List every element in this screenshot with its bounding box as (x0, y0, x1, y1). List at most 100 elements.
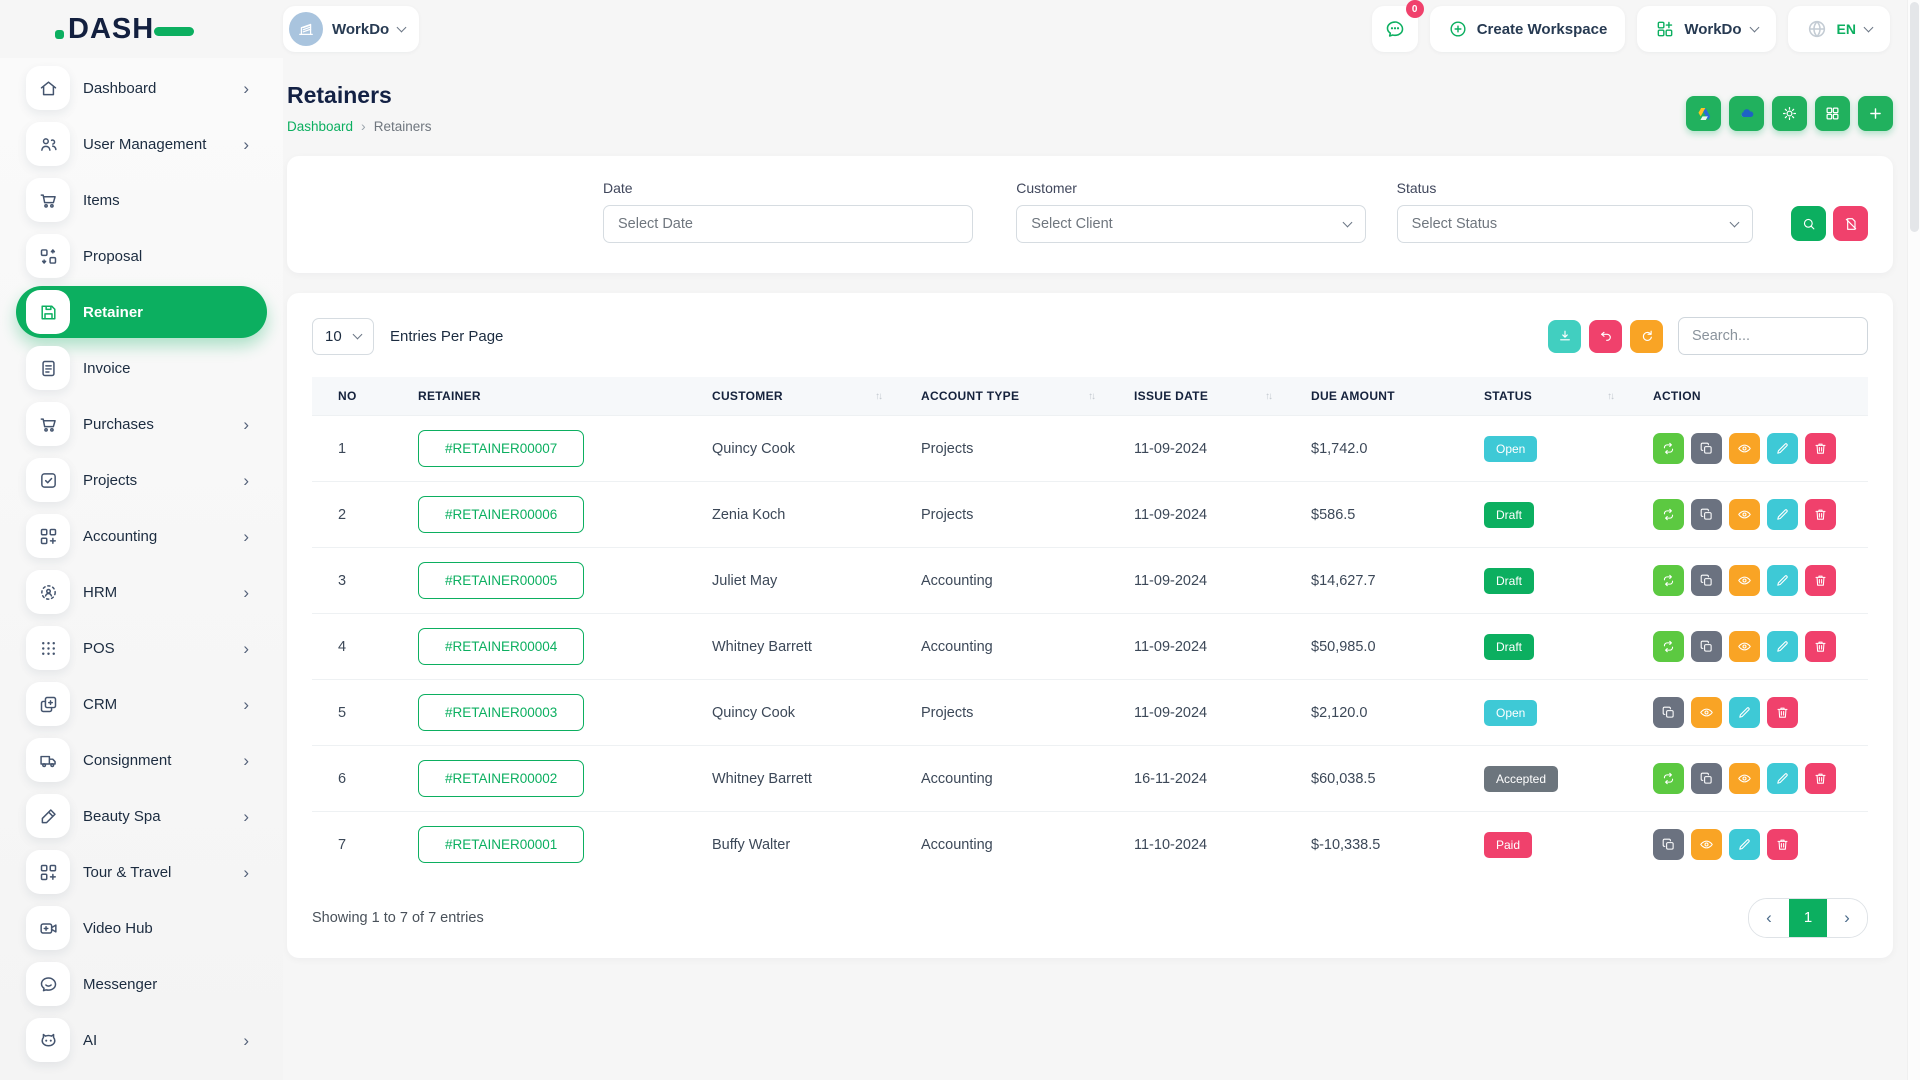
breadcrumb-dashboard-link[interactable]: Dashboard (287, 119, 353, 134)
column-header[interactable]: DUE AMOUNT (1285, 377, 1458, 416)
edit-button[interactable] (1767, 499, 1798, 530)
grid-view-button[interactable] (1815, 96, 1850, 131)
sidebar-item-accounting[interactable]: Accounting › (16, 510, 267, 562)
view-button[interactable] (1729, 499, 1760, 530)
sidebar-item-retainer[interactable]: Retainer (16, 286, 267, 338)
duplicate-button[interactable] (1691, 565, 1722, 596)
sort-icon[interactable]: ↑↓ (1265, 391, 1271, 402)
retainer-number-button[interactable]: #RETAINER00002 (418, 760, 584, 797)
duplicate-button[interactable] (1653, 829, 1684, 860)
convert-to-invoice-button[interactable] (1653, 763, 1684, 794)
sidebar-item-items[interactable]: Items (16, 174, 267, 226)
column-header[interactable]: ACCOUNT TYPE ↑↓ (895, 377, 1108, 416)
sidebar-item-projects[interactable]: Projects › (16, 454, 267, 506)
view-button[interactable] (1729, 631, 1760, 662)
apply-filter-button[interactable] (1791, 206, 1826, 241)
sidebar-item-pos[interactable]: POS › (16, 622, 267, 674)
sidebar-item-user-management[interactable]: User Management › (16, 118, 267, 170)
edit-button[interactable] (1767, 565, 1798, 596)
view-button[interactable] (1729, 763, 1760, 794)
column-header[interactable]: CUSTOMER ↑↓ (686, 377, 895, 416)
delete-button[interactable] (1805, 565, 1836, 596)
scrollbar-thumb[interactable] (1910, 2, 1919, 232)
settings-button[interactable] (1772, 96, 1807, 131)
convert-to-invoice-button[interactable] (1653, 499, 1684, 530)
retainer-number-button[interactable]: #RETAINER00003 (418, 694, 584, 731)
sidebar-item-dashboard[interactable]: Dashboard › (16, 62, 267, 114)
edit-button[interactable] (1729, 697, 1760, 728)
messenger-button[interactable]: 0 (1372, 6, 1418, 52)
edit-button[interactable] (1767, 433, 1798, 464)
sidebar-item-proposal[interactable]: Proposal (16, 230, 267, 282)
convert-to-invoice-button[interactable] (1653, 565, 1684, 596)
view-button[interactable] (1729, 433, 1760, 464)
table-search-input[interactable] (1692, 328, 1854, 344)
sidebar-item-purchases[interactable]: Purchases › (16, 398, 267, 450)
refresh-button[interactable] (1630, 320, 1663, 353)
create-workspace-button[interactable]: Create Workspace (1430, 6, 1626, 52)
duplicate-button[interactable] (1691, 499, 1722, 530)
sidebar-item-beauty-spa[interactable]: Beauty Spa › (16, 790, 267, 842)
previous-page-button[interactable]: ‹ (1749, 899, 1789, 937)
retainer-number-button[interactable]: #RETAINER00001 (418, 826, 584, 863)
sidebar-item-video-hub[interactable]: Video Hub (16, 902, 267, 954)
sidebar-item-tour-travel[interactable]: Tour & Travel › (16, 846, 267, 898)
delete-button[interactable] (1767, 697, 1798, 728)
duplicate-button[interactable] (1691, 433, 1722, 464)
language-dropdown[interactable]: EN (1788, 6, 1890, 52)
sidebar-item-crm[interactable]: CRM › (16, 678, 267, 730)
column-header[interactable]: STATUS ↑↓ (1458, 377, 1627, 416)
view-button[interactable] (1691, 829, 1722, 860)
retainer-number-button[interactable]: #RETAINER00007 (418, 430, 584, 467)
sidebar-item-messenger[interactable]: Messenger (16, 958, 267, 1010)
convert-to-invoice-button[interactable] (1653, 433, 1684, 464)
create-retainer-button[interactable] (1858, 96, 1893, 131)
sidebar-item-hrm[interactable]: HRM › (16, 566, 267, 618)
next-page-button[interactable]: › (1827, 899, 1867, 937)
retainer-number-button[interactable]: #RETAINER00005 (418, 562, 584, 599)
status-select[interactable]: Select Status (1397, 205, 1753, 243)
date-filter-field[interactable] (603, 205, 973, 243)
workspace-selector[interactable]: WorkDo (283, 6, 419, 52)
undo-button[interactable] (1589, 320, 1622, 353)
column-header[interactable]: ISSUE DATE ↑↓ (1108, 377, 1285, 416)
duplicate-button[interactable] (1691, 631, 1722, 662)
column-header[interactable]: RETAINER (392, 377, 686, 416)
reset-filter-button[interactable] (1833, 206, 1868, 241)
sidebar-item-consignment[interactable]: Consignment › (16, 734, 267, 786)
view-button[interactable] (1691, 697, 1722, 728)
export-button[interactable] (1548, 320, 1581, 353)
app-menu-dropdown[interactable]: WorkDo (1637, 6, 1775, 52)
view-button[interactable] (1729, 565, 1760, 596)
convert-to-invoice-button[interactable] (1653, 631, 1684, 662)
edit-button[interactable] (1729, 829, 1760, 860)
sidebar-item-ai[interactable]: AI › (16, 1014, 267, 1066)
delete-button[interactable] (1805, 433, 1836, 464)
delete-button[interactable] (1805, 499, 1836, 530)
sort-icon[interactable]: ↑↓ (1088, 391, 1094, 402)
retainer-number-button[interactable]: #RETAINER00006 (418, 496, 584, 533)
column-header[interactable]: ACTION (1627, 377, 1868, 416)
sidebar-item-invoice[interactable]: Invoice (16, 342, 267, 394)
account-type-cell: Projects (895, 680, 1108, 746)
sort-icon[interactable]: ↑↓ (1607, 391, 1613, 402)
table-search-field[interactable] (1678, 317, 1868, 355)
delete-button[interactable] (1805, 763, 1836, 794)
scrollbar[interactable] (1907, 0, 1920, 1080)
duplicate-button[interactable] (1691, 763, 1722, 794)
delete-button[interactable] (1805, 631, 1836, 662)
app-logo[interactable]: DASH (55, 13, 194, 46)
column-header[interactable]: NO (312, 377, 392, 416)
edit-button[interactable] (1767, 763, 1798, 794)
retainer-number-button[interactable]: #RETAINER00004 (418, 628, 584, 665)
page-1-button[interactable]: 1 (1789, 899, 1827, 937)
edit-button[interactable] (1767, 631, 1798, 662)
google-drive-button[interactable] (1686, 96, 1721, 131)
delete-button[interactable] (1767, 829, 1798, 860)
entries-per-page-select[interactable]: 10 (312, 318, 374, 355)
onedrive-button[interactable] (1729, 96, 1764, 131)
customer-select[interactable]: Select Client (1016, 205, 1365, 243)
sort-icon[interactable]: ↑↓ (875, 391, 881, 402)
date-input[interactable] (618, 216, 958, 232)
duplicate-button[interactable] (1653, 697, 1684, 728)
